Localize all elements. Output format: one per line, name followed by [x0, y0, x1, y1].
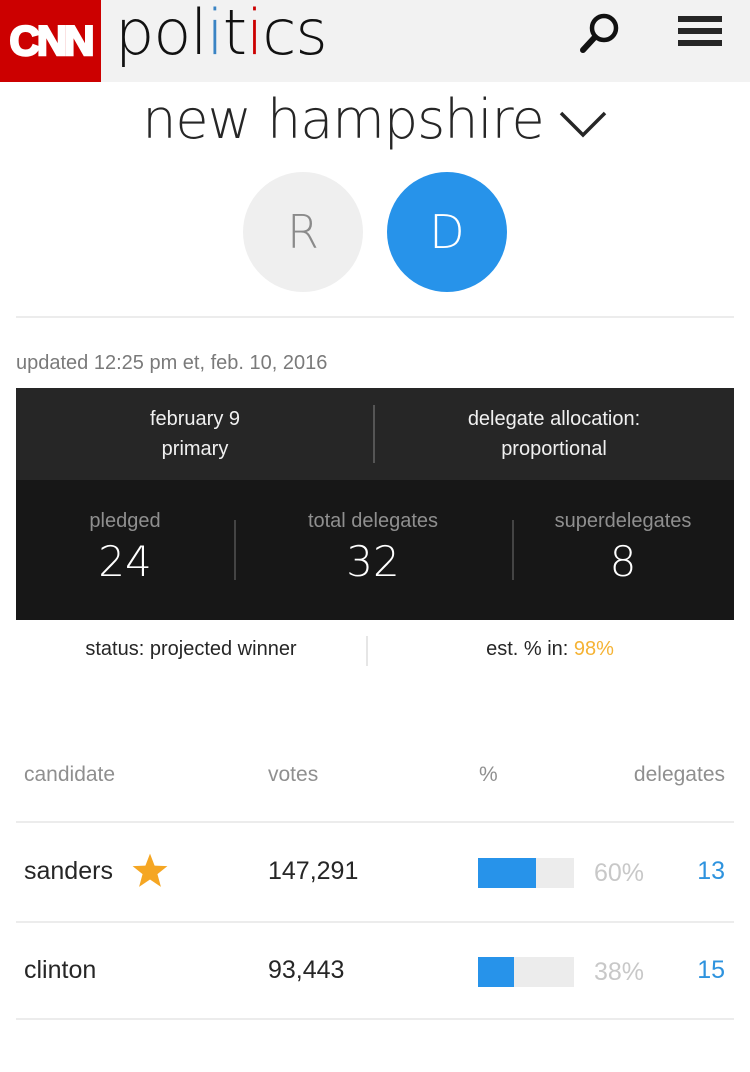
delegate-stats-panel: pledged 24 total delegates 32 superdeleg… — [16, 480, 734, 620]
candidate-name: clinton — [24, 956, 97, 984]
allocation-label: delegate allocation: — [467, 408, 641, 430]
stat-value: 8 — [609, 537, 637, 586]
winner-star-icon — [131, 852, 169, 895]
race-status: status: projected winner — [85, 638, 297, 660]
col-header-percent[interactable]: % — [479, 763, 498, 787]
contest-info-panel: february 9 primary delegate allocation: … — [16, 388, 734, 480]
vote-percent: 38% — [594, 958, 645, 986]
menu-bar — [678, 28, 722, 34]
menu-bar — [678, 16, 722, 22]
row-divider — [16, 1018, 734, 1020]
brand-part: t — [222, 0, 247, 69]
col-header-candidate[interactable]: candidate — [24, 763, 115, 787]
hamburger-menu-button[interactable] — [678, 16, 722, 50]
delegate-count[interactable]: 13 — [697, 857, 725, 886]
percent-bar-fill — [478, 858, 536, 888]
stat-value: 24 — [98, 537, 152, 586]
status-row: status: projected winner est. % in: 98% — [16, 636, 734, 666]
est-value: 98% — [573, 638, 614, 660]
top-nav-bar: CNN politics — [0, 0, 750, 82]
delegate-count[interactable]: 15 — [697, 956, 725, 985]
vote-count: 93,443 — [268, 956, 345, 984]
cnn-logo[interactable]: CNN — [0, 0, 101, 82]
row-divider — [16, 921, 734, 923]
stat-total-delegates: total delegates 32 — [234, 480, 512, 620]
contest-date-line: february 9 — [149, 408, 241, 430]
democrat-toggle[interactable]: D — [387, 172, 507, 292]
est-label: est. % in: — [486, 638, 574, 660]
contest-type-line: primary — [161, 438, 229, 460]
percent-bar-fill — [478, 957, 515, 987]
menu-bar — [678, 40, 722, 46]
state-name: new hampshire — [142, 88, 545, 151]
stat-pledged: pledged 24 — [16, 480, 234, 620]
contest-date: february 9 primary — [16, 388, 374, 480]
brand-part: pol — [115, 0, 208, 69]
cnn-logo-text: CNN — [8, 16, 96, 66]
search-button[interactable] — [576, 10, 626, 56]
stat-label: superdelegates — [554, 510, 692, 532]
stat-value: 32 — [346, 537, 400, 586]
vote-count: 147,291 — [268, 857, 359, 885]
est-percent-in: est. % in: 98% — [366, 638, 734, 661]
chevron-down-icon — [558, 89, 608, 152]
search-icon — [580, 13, 619, 53]
stat-label: pledged — [89, 510, 161, 532]
stat-superdelegates: superdelegates 8 — [512, 480, 734, 620]
brand-part: i — [206, 0, 224, 69]
col-header-votes[interactable]: votes — [268, 763, 318, 787]
vote-percent: 60% — [594, 859, 645, 887]
percent-bar — [478, 858, 574, 888]
allocation-value: proportional — [501, 438, 607, 460]
updated-timestamp: updated 12:25 pm et, feb. 10, 2016 — [16, 352, 328, 374]
percent-bar — [478, 957, 574, 987]
row-divider — [16, 821, 734, 823]
divider — [16, 316, 734, 318]
republican-toggle[interactable]: R — [243, 172, 363, 292]
state-selector[interactable]: new hampshire — [0, 88, 750, 152]
brand-part: i — [246, 0, 263, 69]
candidate-name: sanders — [24, 857, 113, 885]
col-header-delegates[interactable]: delegates — [634, 763, 725, 787]
politics-brand-title[interactable]: politics — [115, 0, 328, 69]
stat-label: total delegates — [307, 510, 439, 532]
brand-part: cs — [262, 0, 327, 69]
delegate-allocation: delegate allocation: proportional — [374, 388, 734, 480]
